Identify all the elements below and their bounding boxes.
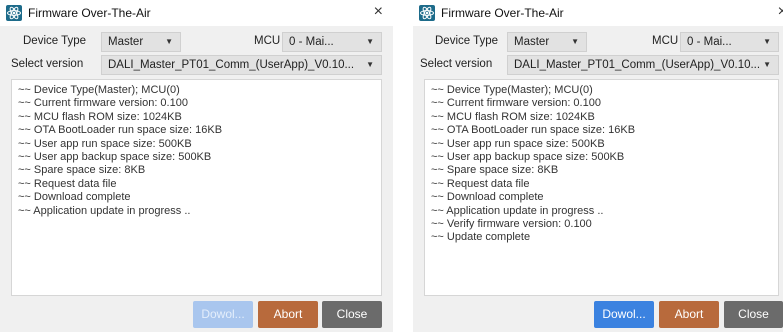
device-type-select[interactable]: Master ▼ — [101, 32, 181, 52]
log-line: ~~ User app backup space size: 500KB — [18, 151, 212, 163]
log-area[interactable]: ~~ Device Type(Master); MCU(0) ~~ Current… — [424, 79, 779, 296]
log-line: ~~ MCU flash ROM size: 1024KB — [18, 110, 182, 123]
atom-icon — [419, 5, 435, 21]
close-button[interactable]: Close — [322, 301, 382, 328]
close-icon[interactable]: × — [778, 3, 783, 21]
close-button[interactable]: Close — [724, 301, 783, 328]
chevron-down-icon: ▼ — [165, 37, 173, 46]
log-line: ~~ User app run space size: 500KB — [431, 137, 605, 150]
abort-button[interactable]: Abort — [659, 301, 719, 328]
log-line: ~~ Spare space size: 8KB — [431, 164, 559, 177]
log-line: ~~ User app run space size: 500KB — [18, 137, 192, 150]
mcu-select[interactable]: 0 - Mai... ▼ — [680, 32, 779, 52]
log-line: ~~ Request data file — [431, 177, 530, 190]
log-line: ~~ OTA BootLoader run space size: 16KB — [431, 124, 636, 137]
log-line: ~~ Application update in progress .. — [431, 204, 604, 217]
log-line: ~~ Download complete — [18, 191, 131, 204]
chevron-down-icon: ▼ — [366, 60, 374, 69]
chevron-down-icon: ▼ — [571, 37, 579, 46]
mcu-label: MCU — [652, 35, 679, 47]
log-line: ~~ Device Type(Master); MCU(0) — [431, 84, 593, 96]
version-select[interactable]: DALI_Master_PT01_Comm_(UserApp)_V0.10...… — [101, 55, 382, 75]
chevron-down-icon: ▼ — [763, 37, 771, 46]
title-bar: Firmware Over-The-Air × — [413, 0, 783, 26]
log-line: ~~ OTA BootLoader run space size: 16KB — [18, 124, 223, 137]
download-button[interactable]: Dowol... — [193, 301, 253, 328]
mcu-value: 0 - Mai... — [289, 36, 334, 48]
log-line: ~~ MCU flash ROM size: 1024KB — [431, 110, 595, 123]
ota-dialog-right: Firmware Over-The-Air × Device Type Mast… — [413, 0, 783, 332]
title-bar: Firmware Over-The-Air × — [0, 0, 393, 26]
dialog-title: Firmware Over-The-Air — [28, 6, 151, 20]
mcu-select[interactable]: 0 - Mai... ▼ — [282, 32, 382, 52]
device-type-label: Device Type — [23, 35, 87, 47]
dialog-title: Firmware Over-The-Air — [441, 6, 564, 20]
chevron-down-icon: ▼ — [366, 37, 374, 46]
mcu-value: 0 - Mai... — [687, 36, 732, 48]
device-type-select[interactable]: Master ▼ — [507, 32, 587, 52]
abort-button[interactable]: Abort — [258, 301, 318, 328]
chevron-down-icon: ▼ — [763, 60, 771, 69]
log-line: ~~ Device Type(Master); MCU(0) — [18, 84, 180, 96]
log-line: ~~ Spare space size: 8KB — [18, 164, 146, 177]
log-line: ~~ Update complete — [431, 231, 531, 244]
select-version-label: Select version — [420, 58, 493, 70]
device-type-value: Master — [514, 36, 550, 48]
mcu-label: MCU — [254, 35, 281, 47]
log-line: ~~ Current firmware version: 0.100 — [431, 97, 601, 110]
device-type-label: Device Type — [435, 35, 499, 47]
atom-icon — [6, 5, 22, 21]
log-line: ~~ Verify firmware version: 0.100 — [431, 218, 592, 230]
device-type-value: Master — [108, 36, 144, 48]
log-line: ~~ User app backup space size: 500KB — [431, 151, 625, 163]
log-line: ~~ Application update in progress .. — [18, 204, 191, 217]
ota-dialog-left: Firmware Over-The-Air × Device Type Mast… — [0, 0, 393, 332]
select-version-label: Select version — [11, 58, 84, 70]
version-value: DALI_Master_PT01_Comm_(UserApp)_V0.10... — [108, 59, 355, 71]
log-area[interactable]: ~~ Device Type(Master); MCU(0) ~~ Current… — [11, 79, 382, 296]
close-icon[interactable]: × — [374, 3, 383, 21]
download-button[interactable]: Dowol... — [594, 301, 654, 328]
log-line: ~~ Download complete — [431, 191, 544, 204]
version-select[interactable]: DALI_Master_PT01_Comm_(UserApp)_V0.10...… — [507, 55, 779, 75]
log-line: ~~ Current firmware version: 0.100 — [18, 97, 188, 110]
version-value: DALI_Master_PT01_Comm_(UserApp)_V0.10... — [514, 59, 761, 71]
log-line: ~~ Request data file — [18, 177, 117, 190]
